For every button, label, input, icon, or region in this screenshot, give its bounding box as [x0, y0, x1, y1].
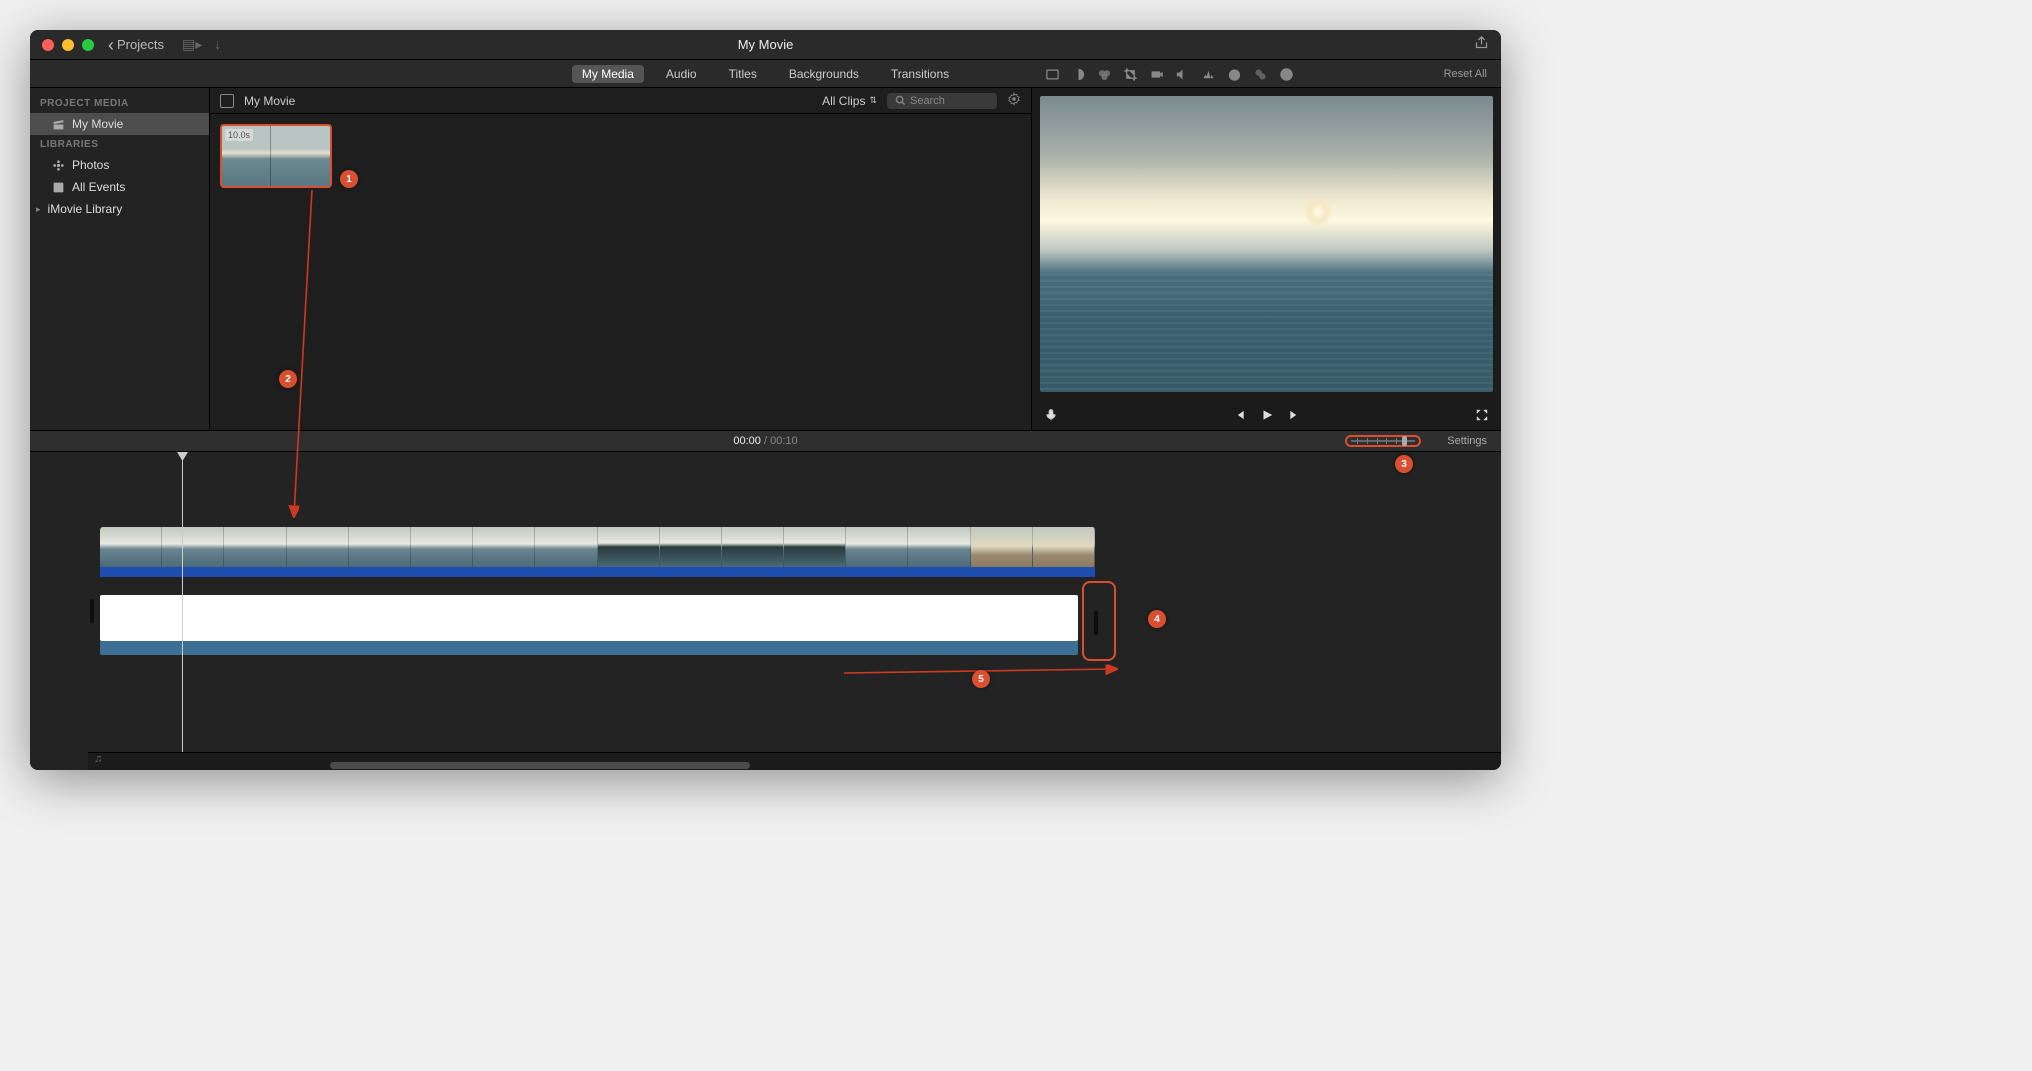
annotation-badge-1: 1: [340, 170, 358, 188]
annotation-badge-4: 4: [1148, 610, 1166, 628]
annotation-badge-3: 3: [1395, 455, 1413, 473]
annotation-badge-5: 5: [972, 670, 990, 688]
annotation-badge-2: 2: [279, 370, 297, 388]
imovie-window: Projects ▤▸ ↓ My Movie My Media Audio Ti…: [30, 30, 1501, 770]
annotation-arrows: [30, 30, 1501, 770]
